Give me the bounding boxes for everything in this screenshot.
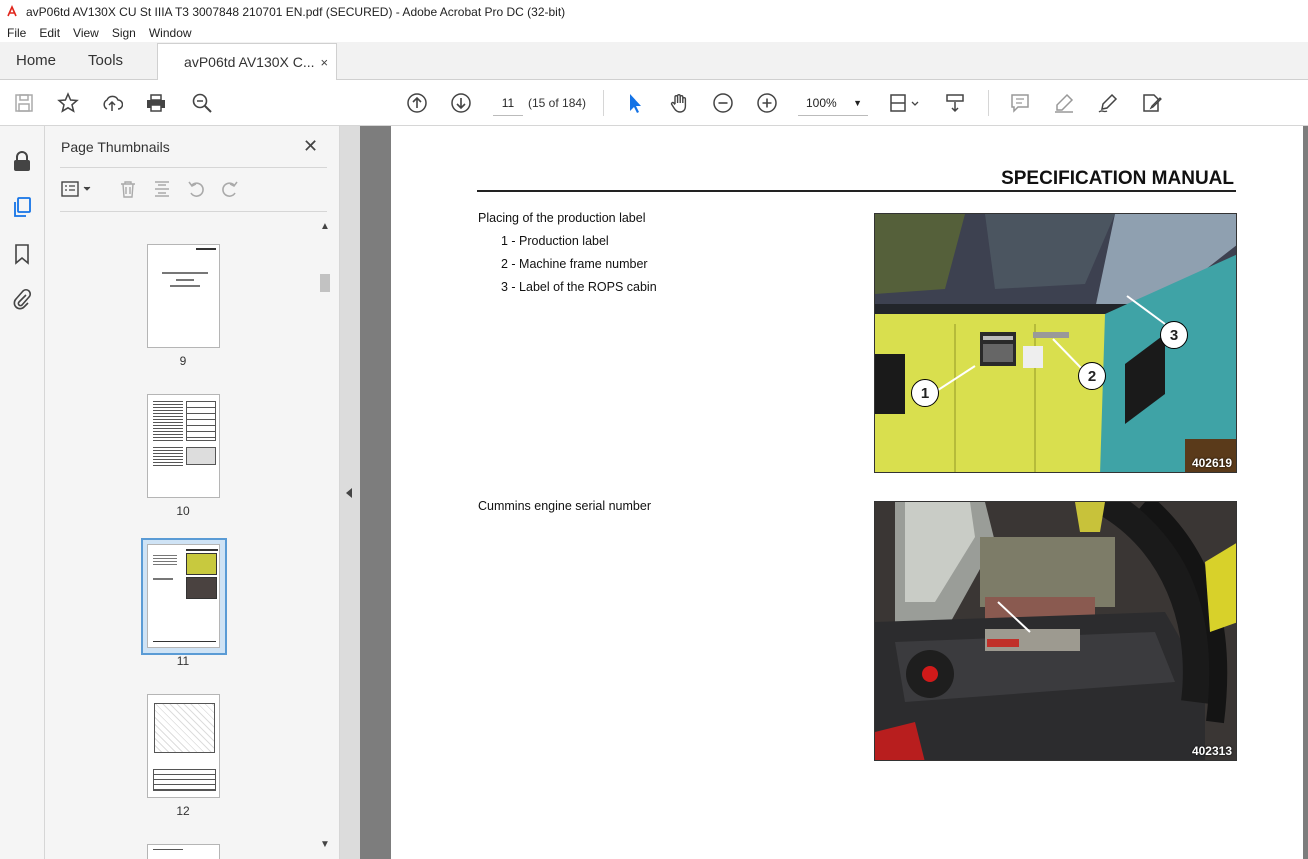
tab-home[interactable]: Home: [0, 42, 72, 79]
select-cursor-icon[interactable]: [622, 91, 646, 115]
lock-icon[interactable]: [11, 150, 33, 172]
thumbnail-label: 10: [176, 504, 190, 518]
callout-2: 2: [1078, 362, 1106, 390]
page-down-icon[interactable]: [449, 91, 473, 115]
menu-bar: File Edit View Sign Window: [0, 24, 1308, 42]
section-title-production-label: Placing of the production label: [478, 211, 646, 225]
zoom-select[interactable]: 100% ▼: [798, 90, 868, 116]
section-title-engine-serial: Cummins engine serial number: [478, 499, 651, 513]
star-icon[interactable]: [56, 91, 80, 115]
document-viewport[interactable]: SPECIFICATION MANUAL Placing of the prod…: [360, 126, 1308, 859]
divider: [60, 167, 327, 168]
rotate-left-icon[interactable]: [185, 178, 207, 200]
fit-page-icon[interactable]: [887, 91, 923, 115]
title-bar: avP06td AV130X CU St IIIA T3 3007848 210…: [0, 0, 1308, 24]
scroll-down-icon[interactable]: ▼: [320, 839, 330, 850]
chevron-down-icon: ▼: [853, 97, 862, 108]
hand-icon[interactable]: [667, 91, 691, 115]
left-rail: [0, 126, 45, 859]
page-number-input[interactable]: 11: [493, 90, 523, 116]
list-item: 2 - Machine frame number: [501, 257, 648, 271]
tab-close-button[interactable]: ×: [320, 55, 328, 70]
sign-icon[interactable]: [1096, 91, 1120, 115]
callout-1: 1: [911, 379, 939, 407]
tab-document-label: avP06td AV130X C...: [184, 54, 315, 70]
thumbnail-label: 11: [176, 654, 190, 668]
viewport-right-edge: [1303, 126, 1308, 859]
divider: [60, 211, 327, 212]
collapse-arrow-icon: [346, 488, 352, 498]
tab-document[interactable]: avP06td AV130X C... ×: [157, 43, 338, 80]
attachment-icon[interactable]: [11, 288, 33, 310]
acrobat-logo-icon: [5, 5, 19, 19]
print-icon[interactable]: [144, 91, 168, 115]
thumbnail-page-10[interactable]: [147, 394, 220, 498]
production-label-photo: 1 2 3 402619: [874, 213, 1237, 473]
engine-serial-photo: 402313: [874, 501, 1237, 761]
toolbar-divider: [988, 90, 989, 116]
page-up-icon[interactable]: [405, 91, 429, 115]
comment-icon[interactable]: [1008, 91, 1032, 115]
thumbnail-page-13[interactable]: [147, 844, 220, 859]
list-item: 1 - Production label: [501, 234, 609, 248]
highlight-icon[interactable]: [1052, 91, 1076, 115]
zoom-out-icon[interactable]: [711, 91, 735, 115]
thumbnail-label: 12: [176, 804, 190, 818]
thumbnail-scrollbar[interactable]: ▲ ▼: [318, 219, 332, 859]
bookmark-icon[interactable]: [11, 243, 33, 265]
menu-edit[interactable]: Edit: [32, 26, 66, 40]
menu-window[interactable]: Window: [142, 26, 198, 40]
panel-collapse-handle[interactable]: [340, 126, 360, 859]
header-rule: [477, 190, 1236, 192]
panel-title: Page Thumbnails: [61, 139, 170, 155]
pdf-page: SPECIFICATION MANUAL Placing of the prod…: [391, 126, 1308, 859]
page-header: SPECIFICATION MANUAL: [1001, 168, 1234, 189]
panel-close-button[interactable]: ✕: [303, 136, 318, 157]
upload-icon[interactable]: [100, 91, 124, 115]
tab-tools[interactable]: Tools: [72, 42, 139, 79]
tab-bar: Home Tools avP06td AV130X C... ×: [0, 42, 1308, 80]
thumbnail-label: 9: [179, 354, 187, 368]
page-count-label: (15 of 184): [528, 96, 587, 110]
photo-number: 402619: [1191, 456, 1232, 470]
search-zoom-icon[interactable]: [190, 91, 214, 115]
pages-icon[interactable]: [11, 196, 33, 218]
menu-view[interactable]: View: [66, 26, 105, 40]
scrollbar-thumb[interactable]: [320, 274, 330, 292]
photo-number: 402313: [1191, 744, 1232, 758]
toolbar-divider: [603, 90, 604, 116]
thumbnail-page-9[interactable]: [147, 244, 220, 348]
zoom-value: 100%: [806, 95, 837, 110]
main-toolbar: 11 (15 of 184) 100% ▼: [0, 80, 1308, 126]
callout-3: 3: [1160, 321, 1188, 349]
zoom-in-icon[interactable]: [755, 91, 779, 115]
window-title: avP06td AV130X CU St IIIA T3 3007848 210…: [26, 5, 566, 19]
thumbnail-page-11[interactable]: [147, 544, 220, 648]
scroll-mode-icon[interactable]: [943, 91, 967, 115]
thumbnails-panel: Page Thumbnails ✕ 9 10 11 12 ▲ ▼: [45, 126, 340, 859]
menu-sign[interactable]: Sign: [105, 26, 142, 40]
rotate-right-icon[interactable]: [219, 178, 241, 200]
engine-illustration: [875, 502, 1236, 760]
options-menu-icon[interactable]: [59, 178, 95, 200]
panel-toolbar: [59, 176, 329, 204]
scroll-up-icon[interactable]: ▲: [320, 221, 330, 232]
edit-pdf-icon[interactable]: [1140, 91, 1164, 115]
menu-file[interactable]: File: [0, 26, 32, 40]
delete-icon[interactable]: [117, 178, 139, 200]
thumbnail-page-12[interactable]: [147, 694, 220, 798]
save-icon[interactable]: [12, 91, 36, 115]
list-item: 3 - Label of the ROPS cabin: [501, 280, 657, 294]
extract-icon[interactable]: [151, 178, 173, 200]
